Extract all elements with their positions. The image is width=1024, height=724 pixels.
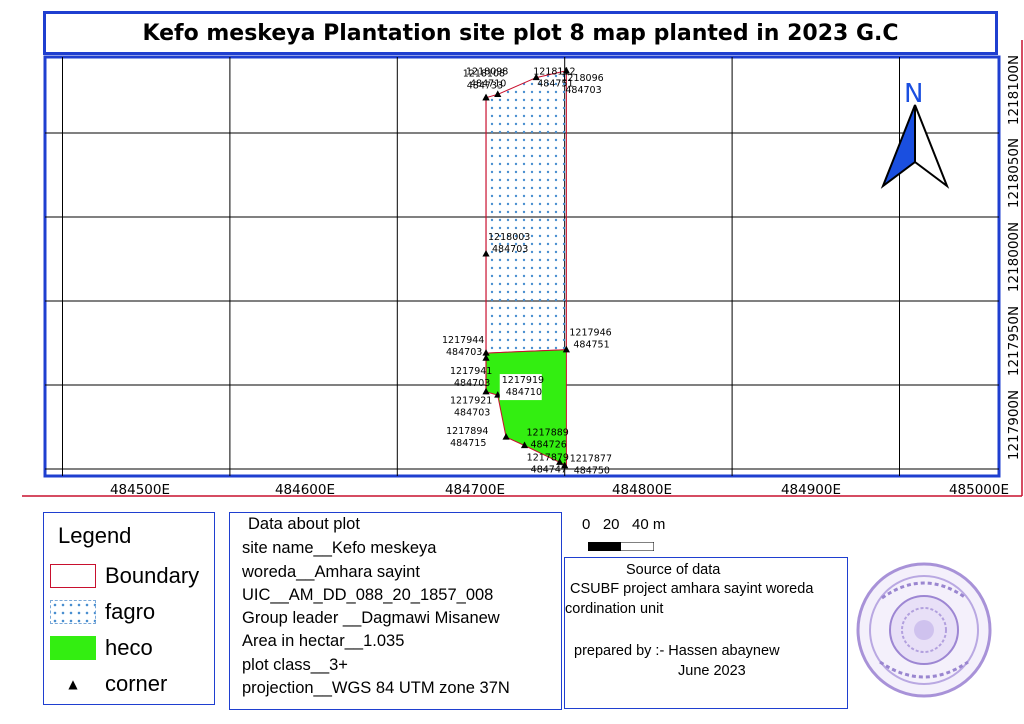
plot-site-name: site name__Kefo meskeya (242, 539, 437, 557)
plot-data-heading: Data about plot (248, 515, 360, 533)
corner-east-label: 484703 (492, 244, 528, 255)
corner-north-label: 1217946 (569, 328, 611, 339)
official-seal-icon (856, 562, 992, 698)
plot-projection: projection__WGS 84 UTM zone 37N (242, 679, 510, 697)
plot-group-leader: Group leader __Dagmawi Misanew (242, 609, 500, 627)
plot-class: plot class__3+ (242, 656, 348, 674)
legend-label: heco (105, 635, 153, 660)
scale-bar (588, 542, 654, 551)
corner-east-label: 484710 (506, 387, 542, 398)
source-box: Source of data CSUBF project amhara sayi… (564, 557, 848, 709)
corner-north-label: 1217894 (446, 426, 488, 437)
plot-data-box: Data about plot site name__Kefo meskeya … (229, 512, 562, 710)
triangle-icon: ▲ (68, 677, 78, 691)
prepared-date: June 2023 (678, 663, 746, 679)
corner-east-label: 484751 (573, 340, 609, 351)
source-heading: Source of data (626, 562, 721, 578)
corner-east-label: 484703 (454, 408, 490, 419)
prepared-by: prepared by :- Hassen abaynew (574, 643, 780, 659)
legend-item-boundary: Boundary (50, 563, 199, 589)
legend-item-fagro: fagro (50, 599, 155, 625)
corner-north-label: 1218003 (488, 232, 530, 243)
corner-north-label: 1217879 (527, 452, 569, 463)
corner-north-label: 1217919 (502, 375, 544, 386)
legend-item-corner: ▲ corner (50, 671, 167, 697)
map-frame: 1218098484710121810848473312181124847511… (22, 40, 1023, 498)
plot-area: Area in hectar__1.035 (242, 632, 405, 650)
corner-east-label: 484715 (450, 438, 486, 449)
corner-east-label: 484703 (565, 85, 601, 96)
corner-east-label: 484703 (446, 347, 482, 358)
corner-east-label: 484750 (574, 466, 610, 477)
corner-east-label: 484703 (454, 378, 490, 389)
legend-label: corner (105, 671, 168, 696)
corner-north-label: 1217921 (450, 396, 492, 407)
plot-woreda: woreda__Amhara sayint (242, 563, 420, 581)
legend-label: fagro (105, 599, 156, 624)
corner-north-label: 1217944 (442, 335, 484, 346)
corner-north-label: 1217889 (527, 427, 569, 438)
y-tick-label: 1218100N (1006, 55, 1022, 125)
source-line-1: CSUBF project amhara sayint woreda (570, 581, 814, 597)
scale-labels: 0 20 40 m (582, 516, 666, 533)
corner-east-label: 484726 (531, 439, 567, 450)
source-line-2: cordination unit (565, 601, 664, 617)
corner-north-label: 1218108 (463, 68, 505, 79)
corner-north-label: 1218096 (561, 73, 603, 84)
legend-item-heco: heco (50, 635, 153, 661)
green-fill-swatch-icon (50, 636, 96, 660)
y-tick-label: 1218050N (1006, 138, 1022, 208)
y-tick-label: 1217900N (1006, 390, 1022, 460)
legend-box: Legend Boundary fagro heco ▲ corner (43, 512, 215, 705)
legend-title: Legend (58, 523, 132, 548)
plot-uic: UIC__AM_DD_088_20_1857_008 (242, 586, 494, 604)
north-label: N (904, 79, 923, 109)
y-tick-label: 1217950N (1006, 306, 1022, 376)
y-tick-label: 1218000N (1006, 222, 1022, 292)
fagro-area (485, 70, 567, 354)
corner-north-label: 1217941 (450, 366, 492, 377)
boundary-swatch-icon (50, 564, 96, 588)
corner-east-label: 484747 (531, 464, 567, 475)
corner-east-label: 484733 (467, 80, 503, 91)
legend-label: Boundary (105, 563, 200, 588)
corner-north-label: 1217877 (570, 454, 612, 465)
dotted-fill-swatch-icon (50, 600, 96, 624)
